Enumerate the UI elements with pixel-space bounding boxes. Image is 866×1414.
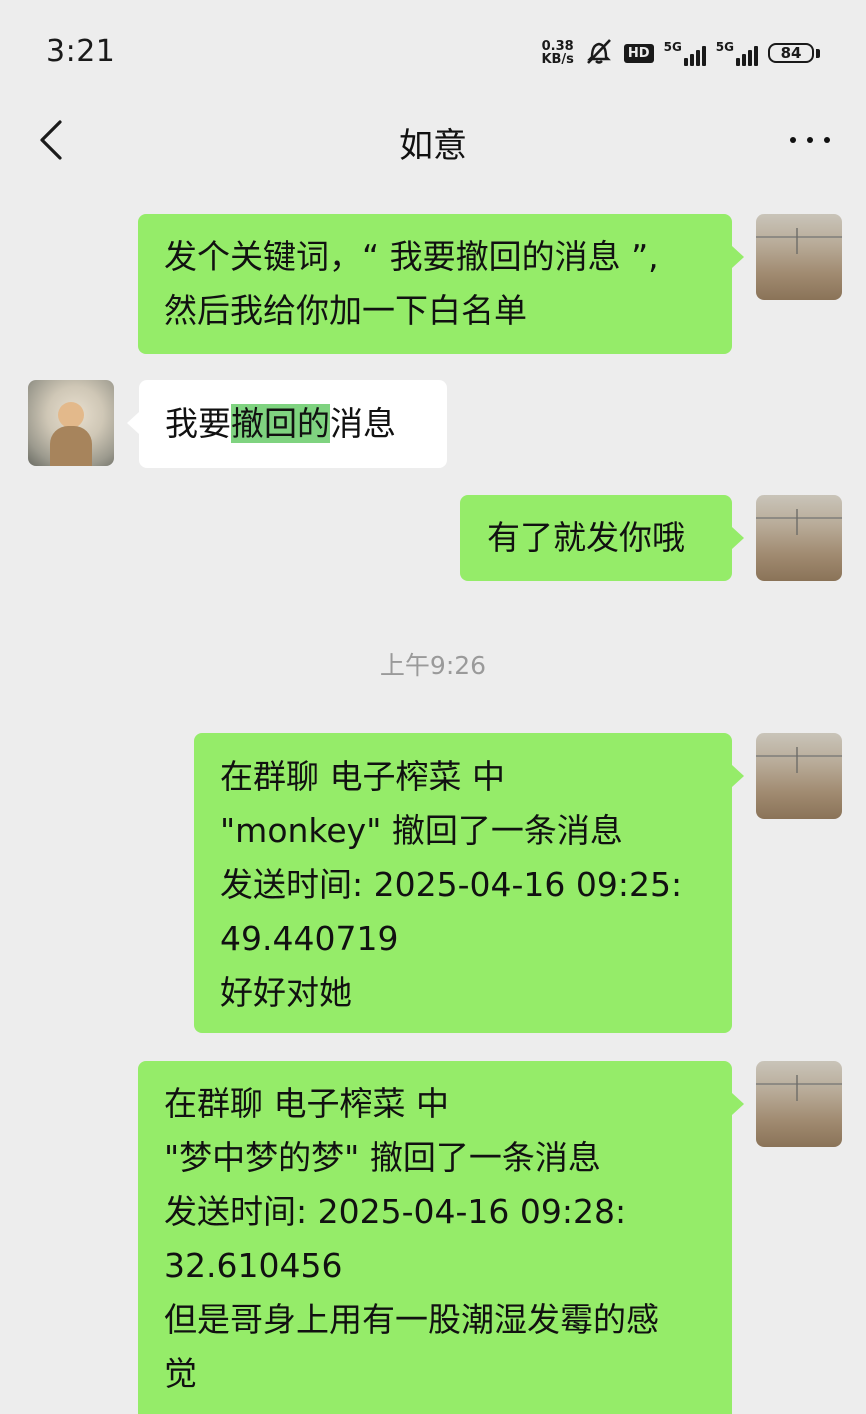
message-timestamp: 上午9:26 — [379, 651, 487, 680]
battery-level: 84 — [768, 43, 814, 63]
message-text: 消息 — [330, 404, 396, 443]
status-time: 3:21 — [46, 34, 116, 69]
network-speed: 0.38 KB/s — [541, 40, 573, 66]
chat-title: 如意 — [399, 126, 467, 166]
my-avatar[interactable] — [756, 214, 842, 300]
network-speed-unit: KB/s — [541, 52, 574, 67]
my-avatar[interactable] — [756, 495, 842, 581]
battery-icon: 84 — [768, 43, 820, 63]
my-avatar[interactable] — [756, 1061, 842, 1147]
more-dot-icon — [807, 137, 813, 143]
chat-header: 如意 — [0, 100, 866, 186]
chat-screen: 3:21 0.38 KB/s HD 5G 5G 84 如意 发个关键词，“ 我要… — [0, 0, 866, 1414]
signal-sim1-icon: 5G — [664, 40, 706, 66]
message-bubble[interactable]: 发个关键词，“ 我要撤回的消息 ”, 然后我给你加一下白名单 — [138, 214, 744, 354]
status-icons: 0.38 KB/s HD 5G 5G 84 — [541, 36, 820, 70]
contact-avatar[interactable] — [28, 380, 114, 466]
sim2-network-label: 5G — [715, 40, 734, 54]
my-avatar[interactable] — [756, 733, 842, 819]
hd-badge: HD — [623, 43, 654, 63]
sim1-network-label: 5G — [663, 40, 682, 54]
signal-sim2-icon: 5G — [716, 40, 758, 66]
message-text: 我要 — [165, 404, 231, 443]
message-bubble[interactable]: 在群聊 电子榨菜 中 "monkey" 撤回了一条消息 发送时间: 2025-0… — [194, 733, 744, 1033]
message-bubble[interactable]: 在群聊 电子榨菜 中 "梦中梦的梦" 撤回了一条消息 发送时间: 2025-04… — [138, 1061, 744, 1414]
more-options-button[interactable] — [784, 116, 836, 164]
status-bar: 3:21 0.38 KB/s HD 5G 5G 84 — [0, 0, 866, 100]
message-bubble[interactable]: 我要撤回的消息 — [127, 380, 447, 468]
search-highlight: 撤回的 — [231, 404, 330, 443]
message-bubble[interactable]: 有了就发你哦 — [460, 495, 744, 581]
mute-icon — [584, 37, 614, 69]
more-dot-icon — [790, 137, 796, 143]
more-dot-icon — [824, 137, 830, 143]
